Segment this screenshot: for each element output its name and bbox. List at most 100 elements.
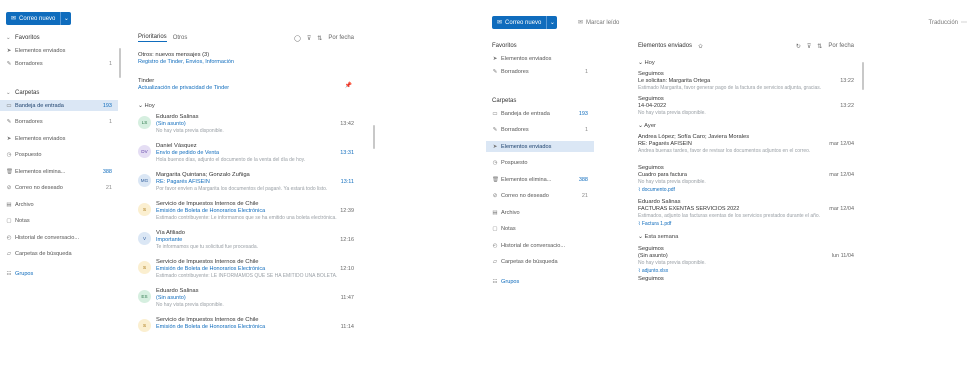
right-folder-0[interactable]: ▭ Bandeja de entrada 193 (486, 108, 594, 119)
folders-label: Carpetas (492, 97, 517, 104)
left-folder-9[interactable]: ▱ Carpetas de búsqueda (0, 249, 118, 260)
avatar: ES (138, 290, 151, 303)
send-icon: ➤ (6, 135, 12, 142)
more-icon: ⋯ (961, 20, 967, 26)
left-folder-3[interactable]: ◷ Pospuesto (0, 150, 118, 161)
sent-message-row[interactable]: Seguimos 14-04-2022 No hay vista previa di… (628, 96, 854, 118)
message-from: Servicio de Impuestos Internos de Chile (156, 317, 259, 323)
right-folder-6[interactable]: ▤ Archivo (486, 207, 594, 218)
left-folder-fav-1[interactable]: ✎ Borradores 1 (0, 58, 118, 69)
right-folders-header[interactable]: Carpetas (486, 95, 594, 106)
message-row[interactable]: V Vía Afiliado Importante Te informamos que… (128, 230, 354, 252)
left-list-scrollbar[interactable] (373, 125, 375, 149)
left-folder-8[interactable]: ◴ Historial de conversacio... (0, 232, 118, 243)
other-banner[interactable]: Otros: nuevos mensajes (3) Registro de T… (128, 52, 354, 68)
right-folder-9[interactable]: ▱ Carpetas de búsqueda (486, 257, 594, 268)
right-folder-5[interactable]: ⊘ Correo no deseado 21 (486, 191, 594, 202)
translate-label: Traducción (928, 19, 958, 26)
right-folder-8[interactable]: ◴ Historial de conversacio... (486, 240, 594, 251)
left-new-mail-main[interactable]: ✉ Correo nuevo (6, 12, 60, 25)
attachment-chip[interactable]: ⌇ adjunto.xlsx (638, 268, 668, 274)
message-row[interactable]: DV Daniel Vásquez Envío de pedido de Venta… (128, 143, 354, 165)
group-header[interactable]: ⌄ Hoy (638, 60, 655, 66)
draft-icon: ✎ (492, 127, 498, 133)
group-header[interactable]: ⌄ Ayer (638, 123, 656, 129)
left-folder-6[interactable]: ▤ Archivo (0, 199, 118, 210)
draft-icon: ✎ (6, 60, 12, 67)
message-subject: Envío de pedido de Venta (156, 150, 219, 156)
chevron-down-icon[interactable]: ⌄ (60, 12, 71, 25)
left-folder-4[interactable]: 🗑 Elementos elimina... 388 (0, 166, 118, 177)
filter-icon[interactable]: ⊽ (807, 43, 811, 50)
banner-title: Otros: nuevos mensajes (3) (138, 52, 210, 58)
sent-message-row[interactable]: Eduardo Salinas FACTURAS EXENTAS SERVICIO… (628, 199, 854, 227)
left-sidebar-scrollbar[interactable] (119, 48, 121, 78)
folder-label: Bandeja de entrada (15, 102, 64, 109)
sent-message-row[interactable]: Seguimos Le solicitan: Margarita Ortega Es… (628, 71, 854, 93)
folder-label: Bandeja de entrada (501, 110, 550, 117)
left-folder-5[interactable]: ⊘ Correo no deseado 21 (0, 183, 118, 194)
message-time: 11:14 (340, 324, 354, 330)
attachment-chip[interactable]: ⌇ Factura 1.pdf (638, 221, 671, 227)
star-icon[interactable]: ✩ (698, 43, 703, 50)
left-new-mail-button[interactable]: ✉ Correo nuevo ⌄ (6, 12, 72, 25)
tab-focused[interactable]: Prioritarios (138, 34, 167, 42)
right-folder-2[interactable]: ➤ Elementos enviados (486, 141, 594, 152)
translate-button[interactable]: Traducción ⋯ (928, 19, 967, 27)
right-folder-4[interactable]: 🗑 Elementos elimina... 388 (486, 174, 594, 185)
pin-icon[interactable]: 📌 (345, 82, 352, 89)
right-favorites-header[interactable]: Favoritos (486, 40, 594, 51)
left-groups-link[interactable]: ☷ Grupos (0, 268, 118, 279)
group-header[interactable]: ⌄ Esta semana (638, 234, 678, 240)
refresh-icon[interactable]: ↻ (796, 43, 801, 50)
right-new-mail-main[interactable]: ✉ Correo nuevo (492, 16, 546, 29)
message-row[interactable]: ES Eduardo Salinas (Sin asunto) No hay vist… (128, 288, 354, 310)
right-folder-1[interactable]: ✎ Borradores 1 (486, 125, 594, 136)
compose-icon: ✉ (11, 16, 17, 22)
group-header-today[interactable]: ⌄ Hoy (138, 103, 155, 109)
message-to: Seguimos (638, 165, 664, 171)
left-folder-0[interactable]: ▭ Bandeja de entrada 193 (0, 100, 118, 111)
right-folder-3[interactable]: ◷ Pospuesto (486, 158, 594, 169)
attachment-chip[interactable]: ⌇ documento.pdf (638, 187, 675, 193)
left-folder-2[interactable]: ➤ Elementos enviados (0, 133, 118, 144)
message-row[interactable]: S Servicio de Impuestos Internos de Chile… (128, 259, 354, 281)
inbox-icon: ▭ (6, 102, 12, 109)
right-list-scrollbar[interactable] (862, 62, 864, 90)
chevron-down-icon: ⌄ (6, 89, 11, 96)
left-folders-header[interactable]: ⌄ Carpetas (0, 87, 118, 98)
left-folder-1[interactable]: ✎ Borradores 1 (0, 117, 118, 128)
message-row[interactable]: S Servicio de Impuestos Internos de Chile… (128, 201, 354, 223)
sort-by-date[interactable]: Por fecha (828, 43, 854, 49)
left-folder-fav-0[interactable]: ➤ Elementos enviados (0, 45, 118, 56)
message-row[interactable]: S Servicio de Impuestos Internos de Chile… (128, 317, 354, 339)
right-new-mail-button[interactable]: ✉ Correo nuevo ⌄ (492, 16, 558, 29)
left-favorites-header[interactable]: ⌄ Favoritos (0, 32, 118, 43)
pinned-message[interactable]: Tinder Actualización de privacidad de Ti… (128, 78, 354, 96)
banner-subtitle: Registro de Tinder, Envios, Información (138, 59, 234, 65)
send-icon: ➤ (492, 55, 498, 62)
right-topbar: ✉ Correo nuevo ⌄ ✉ Marcar leído Traducci… (486, 0, 977, 40)
message-row[interactable]: MG Margarita Quintana; Gonzalo Zuñiga RE: … (128, 172, 354, 194)
right-folder-fav-1[interactable]: ✎ Borradores 1 (486, 66, 594, 77)
right-groups-link[interactable]: ☷ Grupos (486, 276, 594, 287)
select-icon[interactable]: ◯ (294, 35, 301, 42)
sent-message-row[interactable]: Andrea López; Sofía Caro; Javiera Morale… (628, 134, 854, 156)
chevron-down-icon[interactable]: ⌄ (546, 16, 557, 29)
right-folder-7[interactable]: ▢ Notas (486, 224, 594, 235)
sent-message-row[interactable]: Seguimos Cuadro para factura No hay vista … (628, 165, 854, 193)
sort-by-date[interactable]: Por fecha (328, 35, 354, 41)
message-row[interactable]: LS Eduardo Salinas (Sin asunto) No hay vist… (128, 114, 354, 136)
sent-message-row[interactable]: Seguimos (628, 276, 854, 298)
tab-other[interactable]: Otros (173, 35, 188, 41)
left-folder-7[interactable]: ▢ Notas (0, 216, 118, 227)
message-subject: (Sin asunto) (156, 295, 186, 301)
sort-icon[interactable]: ⇅ (317, 35, 322, 42)
mark-read-label: Marcar leído (586, 19, 620, 26)
mark-read-button[interactable]: ✉ Marcar leído (578, 19, 620, 27)
message-from: Servicio de Impuestos Internos de Chile (156, 201, 259, 207)
right-folder-fav-0[interactable]: ➤ Elementos enviados (486, 53, 594, 64)
filter-icon[interactable]: ⊽ (307, 35, 311, 42)
sent-message-row[interactable]: Seguimos (Sin asunto) No hay vista previa … (628, 246, 854, 274)
sort-icon[interactable]: ⇅ (817, 43, 822, 50)
